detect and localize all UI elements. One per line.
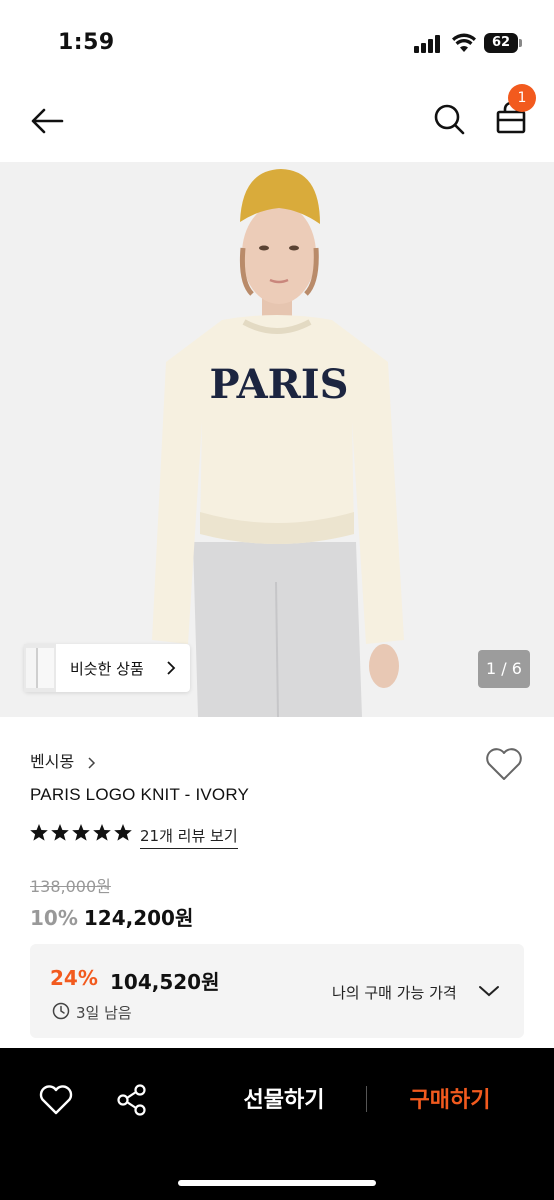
- battery-level: 62: [484, 33, 518, 53]
- star-icon: [114, 824, 132, 841]
- star-rating: [30, 824, 132, 841]
- coupon-price: 104,520원: [110, 970, 220, 994]
- star-icon: [93, 824, 111, 841]
- chevron-right-icon: [88, 756, 96, 769]
- time-remaining: 3일 남음: [76, 1004, 132, 1022]
- back-arrow-icon[interactable]: [26, 100, 68, 142]
- brand-name: 벤시몽: [30, 752, 75, 771]
- brand-link[interactable]: 벤시몽: [30, 748, 97, 772]
- chevron-down-icon[interactable]: [478, 984, 500, 998]
- my-price-box[interactable]: 24% 104,520원 3일 남음 나의 구매 가능 가격: [30, 944, 524, 1038]
- original-price: 138,000원: [30, 877, 111, 896]
- sale-price: 124,200원: [83, 906, 194, 930]
- price-row: 10% 124,200원: [30, 902, 193, 931]
- status-bar: 1:59 62: [0, 0, 554, 80]
- heart-icon[interactable]: [38, 1084, 74, 1116]
- my-price-label: 나의 구매 가능 가격: [332, 984, 457, 1002]
- star-icon: [51, 824, 69, 841]
- image-page-indicator: 1 / 6: [478, 650, 530, 688]
- similar-products-button[interactable]: 비슷한 상품: [24, 644, 190, 692]
- clock-icon: [52, 1002, 70, 1020]
- home-indicator: [178, 1180, 376, 1186]
- heart-icon[interactable]: [484, 746, 524, 782]
- discount-rate: 10%: [30, 906, 78, 930]
- similar-products-label: 비슷한 상품: [70, 660, 144, 678]
- chevron-right-icon: [167, 661, 176, 675]
- cellular-signal-icon: [414, 35, 444, 53]
- star-icon: [30, 824, 48, 841]
- status-time: 1:59: [58, 30, 115, 55]
- share-icon[interactable]: [114, 1082, 150, 1118]
- similar-thumbnails: [24, 644, 56, 692]
- battery-icon: 62: [484, 33, 522, 53]
- bottom-action-bar: 선물하기 구매하기: [0, 1048, 554, 1200]
- search-icon[interactable]: [428, 98, 470, 140]
- review-link[interactable]: 21개 리뷰 보기: [140, 825, 238, 849]
- buy-button[interactable]: 구매하기: [392, 1082, 508, 1116]
- coupon-discount-rate: 24%: [50, 966, 98, 990]
- gift-button[interactable]: 선물하기: [226, 1082, 342, 1116]
- model-photo: PARIS: [0, 162, 554, 717]
- wifi-icon: [452, 33, 476, 52]
- divider: [366, 1086, 367, 1112]
- product-image[interactable]: PARIS 비슷한 상품 1 / 6: [0, 162, 554, 717]
- nav-bar: [0, 80, 554, 162]
- product-title: PARIS LOGO KNIT - IVORY: [30, 785, 250, 804]
- sweater-print-text: PARIS: [209, 361, 348, 408]
- star-icon: [72, 824, 90, 841]
- cart-count-badge: 1: [508, 84, 536, 112]
